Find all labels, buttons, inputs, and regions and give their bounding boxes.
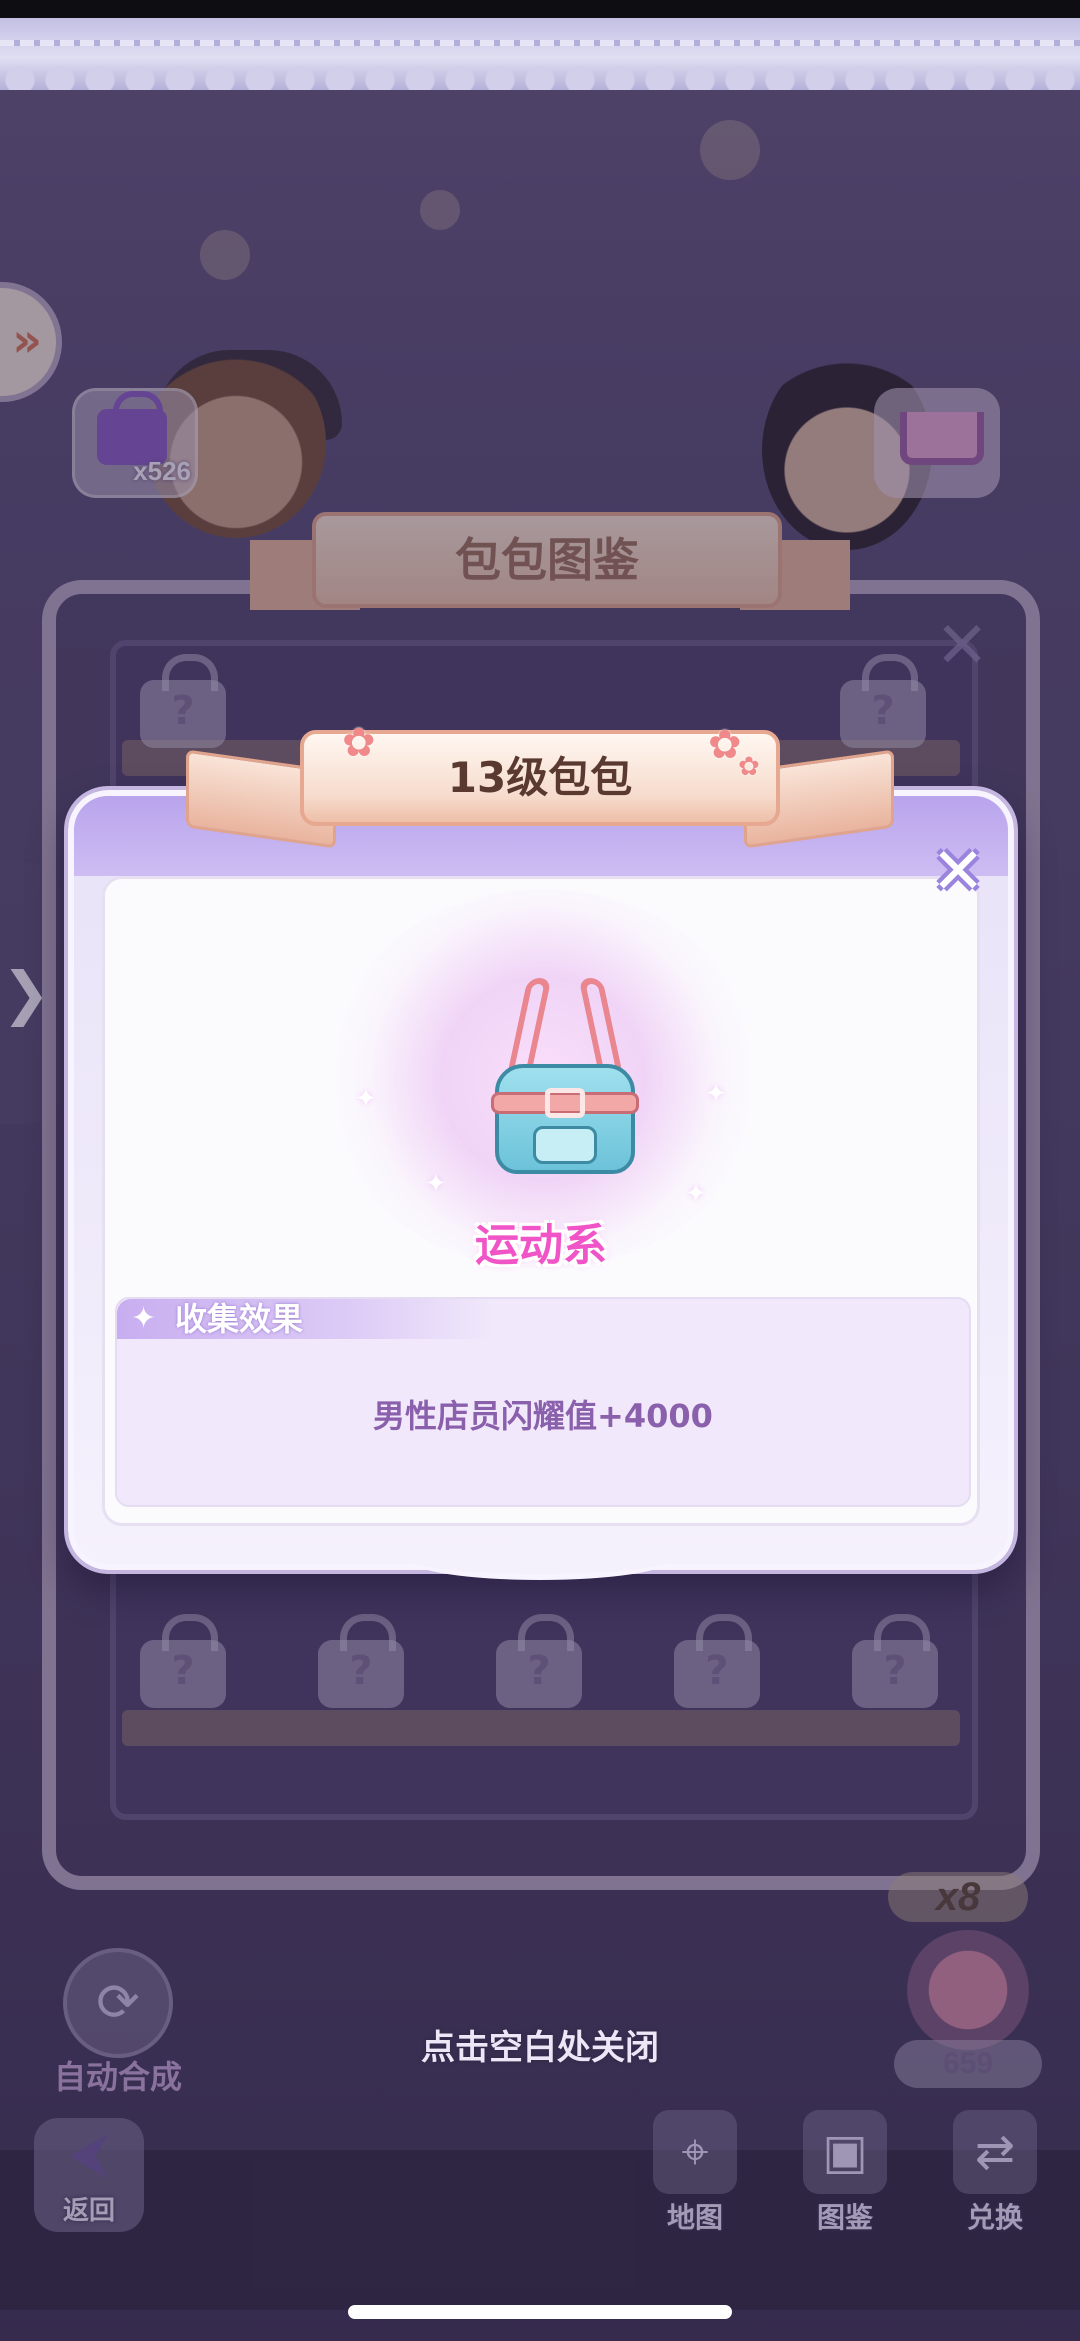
bag-category-label: 运动系 [475, 1220, 607, 1271]
collection-effect-label: 收集效果 [175, 1300, 304, 1338]
collection-effect-text: 男性店员闪耀值+4000 [373, 1397, 713, 1435]
bag-detail-dialog: ✦ ✦ ✦ ✦ 运动系 ✦ 收集效果 男性店员闪耀值+4000 [68, 790, 1014, 1570]
flower-icon: ✿ [738, 752, 760, 782]
sparkle-icon: ✦ [685, 1179, 707, 1209]
flower-icon: ✿ [708, 722, 742, 768]
dialog-body: ✦ ✦ ✦ ✦ 运动系 ✦ 收集效果 男性店员闪耀值+4000 [102, 876, 980, 1526]
bag-handle [506, 978, 552, 1078]
bag-handle [578, 978, 624, 1078]
dialog-bottom-notch [410, 1540, 670, 1580]
sparkle-icon: ✦ [705, 1079, 727, 1109]
blue-handbag-icon [491, 974, 639, 1184]
bag-buckle [545, 1088, 585, 1118]
sparkle-icon: ✦ [131, 1301, 157, 1336]
home-indicator[interactable] [348, 2305, 732, 2319]
dialog-close-icon[interactable]: ✕ [922, 836, 994, 908]
status-bar [0, 0, 1080, 18]
collection-effect-tag: ✦ 收集效果 [117, 1299, 497, 1339]
collection-effect-panel: ✦ 收集效果 男性店员闪耀值+4000 [115, 1297, 971, 1507]
sparkle-icon: ✦ [425, 1169, 447, 1199]
tap-to-close-hint: 点击空白处关闭 [421, 2028, 659, 2068]
flower-icon: ✿ [342, 720, 376, 766]
bag-pocket [533, 1126, 597, 1164]
dialog-title: 13级包包 [447, 753, 633, 802]
sparkle-icon: ✦ [355, 1084, 377, 1114]
lace-border-decoration [0, 18, 1080, 90]
